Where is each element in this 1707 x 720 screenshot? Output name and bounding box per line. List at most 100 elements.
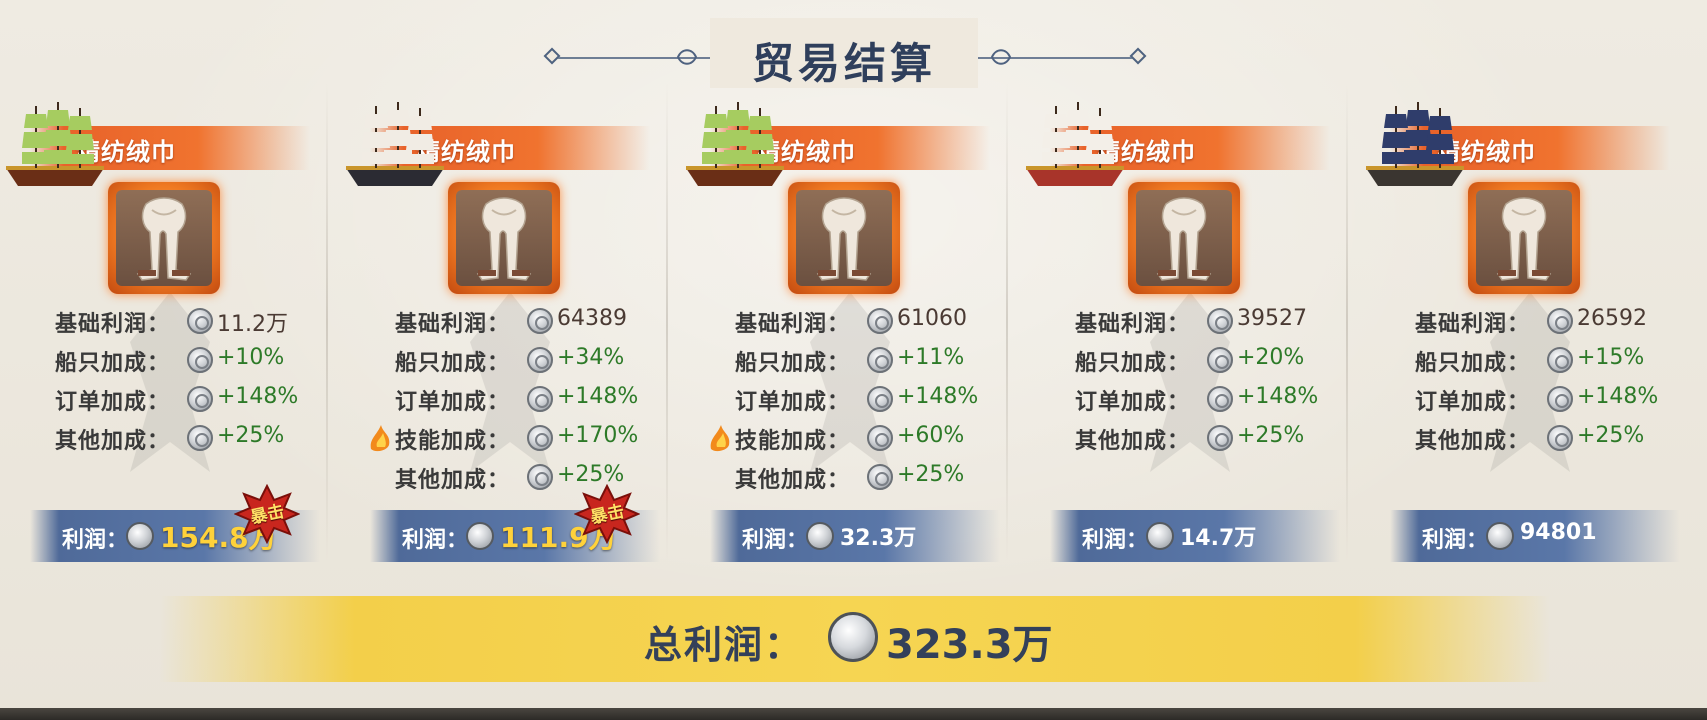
silver-coin-icon <box>1207 386 1233 412</box>
crit-badge: 暴击 <box>573 483 641 545</box>
profit-value: 94801 <box>1520 520 1597 545</box>
bonus-value: +170% <box>557 423 639 448</box>
silver-coin-icon <box>1547 308 1573 334</box>
bonus-value: 26592 <box>1577 306 1647 331</box>
bonus-label: 其他加成： <box>735 468 851 493</box>
bonus-label: 其他加成： <box>55 429 171 454</box>
bonus-label: 其他加成： <box>1075 429 1191 454</box>
silver-coin-icon <box>527 425 553 451</box>
item-slot[interactable] <box>108 182 220 294</box>
bonus-row: 订单加成： +148% <box>1415 380 1695 419</box>
bonus-label: 基础利润： <box>395 312 511 337</box>
silver-coin-icon <box>126 522 154 550</box>
item-slot-inner <box>796 190 892 286</box>
bonus-value: +15% <box>1577 345 1645 370</box>
bonus-value: +10% <box>217 345 285 370</box>
bonus-row: 订单加成： +148% <box>1075 380 1355 419</box>
silver-coin-icon <box>828 612 878 662</box>
silver-coin-icon <box>527 347 553 373</box>
crit-badge: 暴击 <box>233 483 301 545</box>
bonus-value: +148% <box>1577 384 1659 409</box>
profit-bar: 利润： 94801 <box>1390 510 1680 562</box>
bonus-list: 基础利润： 26592 船只加成： +15% 订单加成： +148% 其他加成： +25% <box>1415 302 1695 458</box>
silver-coin-icon <box>867 308 893 334</box>
bonus-row: 船只加成： +20% <box>1075 341 1355 380</box>
bonus-row: 基础利润： 39527 <box>1075 302 1355 341</box>
bonus-row: 订单加成： +148% <box>55 380 335 419</box>
bonus-label: 订单加成： <box>1075 390 1191 415</box>
profit-bar: 利润： 14.7万 <box>1050 510 1340 562</box>
silver-coin-icon <box>527 386 553 412</box>
bonus-label: 基础利润： <box>1415 312 1531 337</box>
title-area: 贸易结算 <box>0 18 1707 88</box>
total-profit-value: 323.3万 <box>886 622 1053 668</box>
item-slot[interactable] <box>1468 182 1580 294</box>
silver-coin-icon <box>527 464 553 490</box>
bonus-label: 技能加成： <box>735 429 851 454</box>
item-slot[interactable] <box>788 182 900 294</box>
bonus-row: 船只加成： +34% <box>395 341 675 380</box>
scarf-icon <box>476 197 532 281</box>
silver-coin-icon <box>867 347 893 373</box>
bonus-row: 技能加成： +170% <box>370 419 675 458</box>
green-sail-ship-icon <box>686 102 784 186</box>
bonus-label: 技能加成： <box>395 429 511 454</box>
bonus-label: 船只加成： <box>735 351 851 376</box>
item-slot[interactable] <box>448 182 560 294</box>
flame-icon <box>370 425 390 452</box>
junk-ship-icon <box>1366 102 1464 186</box>
bonus-row: 订单加成： +148% <box>395 380 675 419</box>
bonus-value: +20% <box>1237 345 1305 370</box>
silver-coin-icon <box>867 464 893 490</box>
bottom-edge <box>0 708 1707 720</box>
bonus-label: 订单加成： <box>55 390 171 415</box>
bonus-value: +148% <box>557 384 639 409</box>
profit-label: 利润： <box>402 528 469 553</box>
trade-card: 精纺绒巾 基础利润： 11.2万 船只加成： +10% 订单加成： +148% 其他加成： +… <box>0 82 340 582</box>
bonus-value: +34% <box>557 345 625 370</box>
bonus-row: 船只加成： +15% <box>1415 341 1695 380</box>
bonus-list: 基础利润： 61060 船只加成： +11% 订单加成： +148% 技能加成： +60% 其他… <box>710 302 1015 497</box>
item-slot-inner <box>1476 190 1572 286</box>
profit-bar: 利润： 32.3万 <box>710 510 1000 562</box>
cross-sail-ship-icon <box>1026 102 1124 186</box>
bonus-row: 基础利润： 11.2万 <box>55 302 335 341</box>
profit-label: 利润： <box>62 528 129 553</box>
silver-coin-icon <box>1547 425 1573 451</box>
silver-coin-icon <box>187 386 213 412</box>
profit-value: 14.7万 <box>1180 526 1257 551</box>
silver-coin-icon <box>187 425 213 451</box>
scarf-icon <box>816 197 872 281</box>
profit-bar: 利润： 111.9万 暴击 <box>370 483 660 562</box>
bonus-value: 61060 <box>897 306 967 331</box>
bonus-label: 订单加成： <box>735 390 851 415</box>
green-sail-ship-icon <box>6 102 104 186</box>
bonus-row: 基础利润： 61060 <box>735 302 1015 341</box>
silver-coin-icon <box>1146 522 1174 550</box>
bonus-value: +25% <box>1577 423 1645 448</box>
bonus-row: 其他加成： +25% <box>55 419 335 458</box>
bonus-label: 基础利润： <box>55 312 171 337</box>
white-red-sail-ship-icon <box>346 102 444 186</box>
silver-coin-icon <box>867 425 893 451</box>
bonus-value: +148% <box>217 384 299 409</box>
bonus-value: +148% <box>1237 384 1319 409</box>
bonus-value: 11.2万 <box>217 312 288 337</box>
title-ornament-right-icon <box>990 49 1012 65</box>
title-diamond-right <box>1129 47 1147 65</box>
bonus-row: 基础利润： 26592 <box>1415 302 1695 341</box>
bonus-label: 其他加成： <box>1415 429 1531 454</box>
bonus-label: 船只加成： <box>55 351 171 376</box>
item-slot-inner <box>1136 190 1232 286</box>
bonus-label: 订单加成： <box>395 390 511 415</box>
bonus-label: 基础利润： <box>1075 312 1191 337</box>
trade-card: 精纺绒巾 基础利润： 64389 船只加成： +34% 订单加成： +148% 技能加成： +… <box>340 82 680 582</box>
bonus-label: 船只加成： <box>1415 351 1531 376</box>
silver-coin-icon <box>1207 347 1233 373</box>
item-slot[interactable] <box>1128 182 1240 294</box>
silver-coin-icon <box>1547 347 1573 373</box>
bonus-list: 基础利润： 11.2万船只加成： +10% 订单加成： +148% 其他加成： +25% <box>55 302 335 458</box>
bonus-row: 其他加成： +25% <box>735 458 1015 497</box>
bonus-label: 船只加成： <box>1075 351 1191 376</box>
item-slot-inner <box>456 190 552 286</box>
